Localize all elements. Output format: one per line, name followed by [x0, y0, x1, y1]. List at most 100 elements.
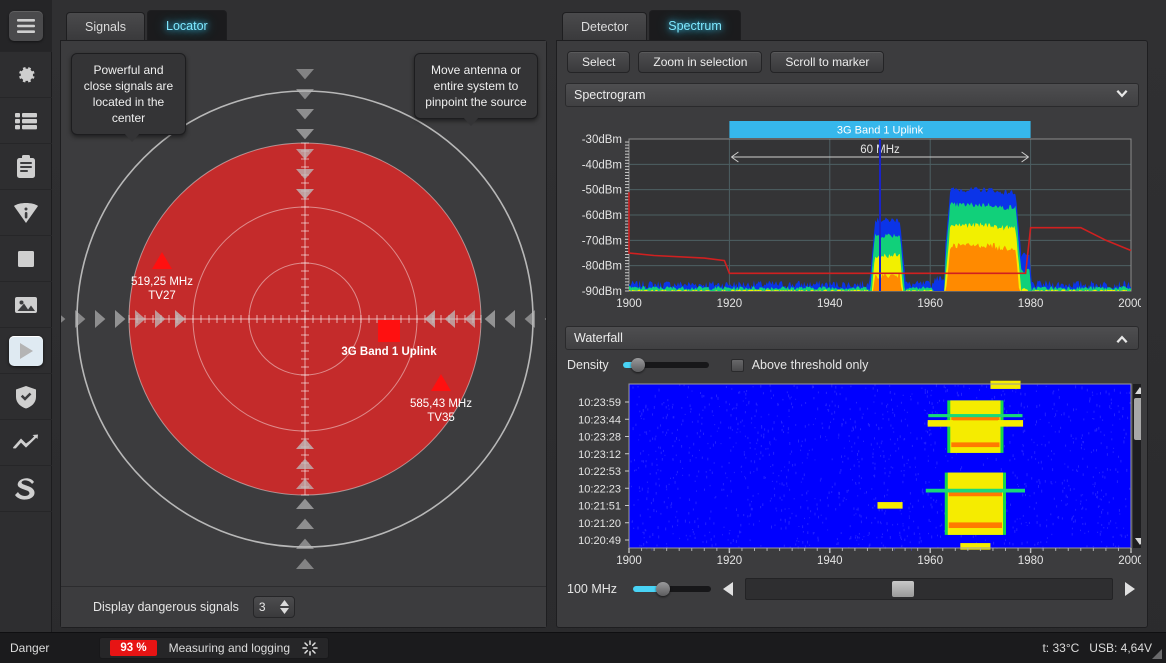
svg-text:1900: 1900 — [616, 555, 642, 567]
status-usb-voltage: USB: 4,64V — [1089, 641, 1152, 655]
svg-text:-30dBm: -30dBm — [582, 134, 622, 146]
status-right-group: t: 33°C USB: 4,64V — [1042, 641, 1152, 655]
frequency-scrollbar-thumb[interactable] — [892, 581, 915, 597]
sidebar-item-antenna-info[interactable] — [0, 190, 52, 236]
display-dangerous-signals-label: Display dangerous signals — [93, 600, 239, 614]
svg-text:1960: 1960 — [917, 555, 943, 567]
hamburger-menu-icon[interactable] — [8, 10, 43, 41]
status-percent-badge: 93 % — [110, 640, 157, 656]
s-curve-icon[interactable] — [6, 469, 46, 509]
tab-signals[interactable]: Signals — [66, 12, 145, 40]
svg-text:1980: 1980 — [1018, 298, 1044, 310]
play-icon[interactable] — [8, 335, 43, 366]
scroll-right-button[interactable] — [1123, 582, 1137, 596]
stepper-arrows[interactable] — [279, 600, 289, 614]
tab-spectrum[interactable]: Spectrum — [649, 10, 741, 40]
stop-square-icon[interactable] — [6, 239, 46, 279]
svg-text:-80dBm: -80dBm — [582, 261, 622, 273]
sidebar-item-protection[interactable] — [0, 374, 52, 420]
tooltip-center-hint: Powerful and close signals are located i… — [71, 53, 186, 142]
svg-text:1940: 1940 — [817, 298, 843, 310]
sidebar-item-list[interactable] — [0, 98, 52, 144]
trending-up-icon[interactable] — [6, 423, 46, 463]
svg-text:10:23:28: 10:23:28 — [578, 432, 621, 444]
status-activity-text: Measuring and logging — [168, 641, 290, 655]
density-slider[interactable] — [622, 358, 709, 372]
svg-text:1900: 1900 — [616, 298, 642, 310]
triangle-up-icon — [279, 600, 289, 606]
svg-text:10:22:23: 10:22:23 — [578, 483, 621, 495]
svg-text:-90dBm: -90dBm — [582, 286, 622, 298]
svg-text:585,43 MHz: 585,43 MHz — [410, 398, 472, 410]
status-bar: Danger 93 % Measuring and logging t: 33°… — [0, 632, 1166, 663]
tab-detector[interactable]: Detector — [562, 12, 648, 40]
status-activity-chip: 93 % Measuring and logging — [99, 637, 329, 659]
svg-text:-50dBm: -50dBm — [582, 185, 622, 197]
span-slider-knob[interactable] — [655, 582, 670, 596]
svg-text:2000: 2000 — [1118, 298, 1141, 310]
svg-text:2000: 2000 — [1118, 555, 1141, 567]
dangerous-signals-stepper[interactable]: 3 — [252, 596, 295, 618]
spinner-icon — [302, 640, 318, 656]
spectrogram-section-header[interactable]: Spectrogram — [565, 83, 1139, 107]
svg-text:1940: 1940 — [817, 555, 843, 567]
resize-grip-icon[interactable] — [1151, 648, 1163, 660]
above-threshold-checkbox[interactable] — [730, 358, 744, 372]
spectrogram-chart[interactable]: 3G Band 1 Uplink -30dBm -40dBm -50dBm -60dBm… — [565, 113, 1144, 318]
sidebar-item-report[interactable] — [0, 144, 52, 190]
sidebar-item-signal-curve[interactable] — [0, 466, 52, 512]
tooltip-move-hint: Move antenna or entire system to pinpoin… — [414, 53, 538, 126]
sidebar-item-play[interactable] — [0, 328, 52, 374]
locator-panel-body: 519,25 MHz TV27 3G Band 1 Uplink 585,43 MHz… — [60, 40, 547, 628]
scroll-left-button[interactable] — [721, 582, 735, 596]
sidebar-item-menu[interactable] — [0, 0, 52, 52]
left-tabstrip: Signals Locator — [60, 10, 547, 40]
list-icon[interactable] — [6, 101, 46, 141]
svg-text:1980: 1980 — [1018, 555, 1044, 567]
waterfall-chart[interactable]: 10:23:59 10:23:44 10:23:28 10:23:12 10:22:53… — [565, 380, 1147, 572]
svg-text:1920: 1920 — [717, 298, 743, 310]
svg-text:10:20:49: 10:20:49 — [578, 535, 621, 547]
svg-text:10:23:12: 10:23:12 — [578, 449, 621, 461]
spectrogram-canvas[interactable]: 3G Band 1 Uplink -30dBm -40dBm -50dBm -60dBm… — [565, 113, 1144, 318]
spectrum-toolbar: Select Zoom in selection Scroll to marke… — [557, 41, 1147, 79]
tab-locator[interactable]: Locator — [147, 10, 227, 40]
sidebar-item-settings[interactable] — [0, 52, 52, 98]
svg-text:3G Band 1 Uplink: 3G Band 1 Uplink — [341, 346, 437, 358]
clipboard-icon[interactable] — [6, 147, 46, 187]
waterfall-section-header[interactable]: Waterfall — [565, 326, 1139, 350]
density-slider-knob[interactable] — [631, 358, 646, 372]
span-controls: 100 MHz — [557, 572, 1147, 606]
dangerous-signals-value: 3 — [258, 600, 266, 614]
span-label: 100 MHz — [567, 582, 618, 596]
select-button[interactable]: Select — [567, 51, 631, 73]
svg-text:1960: 1960 — [917, 298, 943, 310]
sidebar-item-image[interactable] — [0, 282, 52, 328]
zoom-in-selection-button[interactable]: Zoom in selection — [638, 51, 763, 73]
status-temperature: t: 33°C — [1042, 641, 1080, 655]
waterfall-canvas[interactable]: 10:23:59 10:23:44 10:23:28 10:23:12 10:22:53… — [565, 380, 1147, 572]
chevron-up-icon[interactable] — [1114, 330, 1130, 346]
scroll-to-marker-button[interactable]: Scroll to marker — [770, 51, 885, 73]
sidebar — [0, 0, 52, 663]
shield-check-icon[interactable] — [6, 377, 46, 417]
svg-text:10:22:53: 10:22:53 — [578, 466, 621, 478]
svg-text:TV35: TV35 — [427, 412, 455, 424]
sidebar-item-trend[interactable] — [0, 420, 52, 466]
image-icon[interactable] — [6, 285, 46, 325]
svg-text:10:21:51: 10:21:51 — [578, 501, 621, 513]
chevron-down-icon[interactable] — [1114, 87, 1130, 103]
tooltip-tail — [463, 117, 479, 126]
sidebar-item-stop[interactable] — [0, 236, 52, 282]
frequency-scrollbar[interactable] — [745, 578, 1113, 600]
tooltip-center-hint-text: Powerful and close signals are located i… — [83, 63, 174, 125]
waterfall-title: Waterfall — [574, 331, 623, 345]
gear-icon[interactable] — [6, 55, 46, 95]
svg-text:10:23:59: 10:23:59 — [578, 397, 621, 409]
antenna-info-icon[interactable] — [6, 193, 46, 233]
span-slider[interactable] — [633, 582, 711, 596]
radar-display[interactable]: 519,25 MHz TV27 3G Band 1 Uplink 585,43 MHz… — [61, 41, 546, 586]
density-label: Density — [567, 358, 609, 372]
svg-text:-60dBm: -60dBm — [582, 210, 622, 222]
svg-text:10:21:20: 10:21:20 — [578, 518, 621, 530]
